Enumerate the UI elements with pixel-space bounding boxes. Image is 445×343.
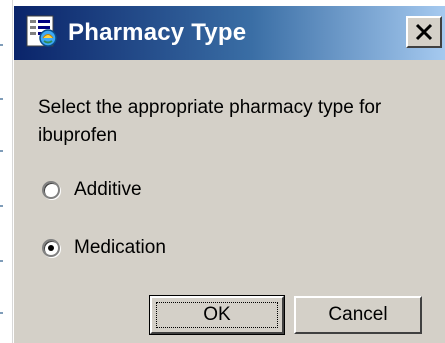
edge-marker [0, 260, 3, 262]
background-window-edge [0, 0, 13, 343]
edge-marker [0, 98, 3, 100]
radio-label-medication[interactable]: Medication [74, 237, 166, 259]
edge-marker [0, 205, 3, 207]
edge-marker [0, 312, 3, 314]
title-bar[interactable]: Pharmacy Type [14, 6, 445, 60]
option-medication[interactable]: Medication [42, 234, 166, 262]
pharmacy-form-icon [26, 15, 60, 49]
close-button[interactable] [406, 16, 442, 48]
radio-additive[interactable] [42, 181, 60, 199]
cancel-button-label: Cancel [328, 304, 388, 325]
option-additive[interactable]: Additive [42, 176, 142, 204]
instruction-text: Select the appropriate pharmacy type for… [38, 97, 382, 146]
pharmacy-type-dialog: Pharmacy Type Select the appropriate pha… [13, 5, 445, 343]
radio-medication[interactable] [42, 239, 60, 257]
edge-marker [0, 150, 3, 152]
close-icon [415, 23, 433, 41]
ok-button[interactable]: OK [149, 295, 285, 335]
cancel-button[interactable]: Cancel [294, 296, 422, 334]
window-title: Pharmacy Type [68, 19, 247, 46]
ok-button-label: OK [203, 304, 231, 325]
radio-label-additive[interactable]: Additive [74, 179, 142, 201]
edge-marker [0, 44, 3, 46]
